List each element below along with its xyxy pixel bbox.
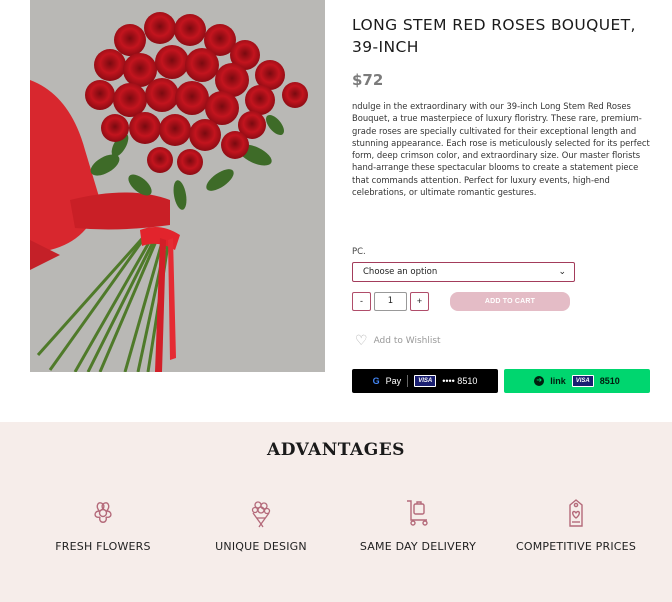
add-to-wishlist-link[interactable]: ♡ Add to Wishlist — [355, 334, 441, 348]
heart-icon: ♡ — [355, 333, 368, 349]
visa-card-icon: VISA — [414, 375, 437, 387]
product-image[interactable] — [30, 0, 325, 372]
price-tag-icon — [569, 499, 583, 527]
flower-icon — [94, 502, 112, 523]
visa-card-icon: VISA — [571, 375, 594, 387]
link-arrow-icon: ➜ — [534, 376, 545, 386]
advantage-unique-design: UNIQUE DESIGN — [181, 498, 341, 553]
advantage-label: FRESH FLOWERS — [55, 540, 151, 553]
advantages-title: ADVANTAGES — [267, 440, 405, 460]
chevron-down-icon: ⌄ — [558, 267, 566, 277]
advantage-label: COMPETITIVE PRICES — [515, 540, 637, 553]
divider — [407, 375, 409, 387]
rose-bouquet-image — [30, 0, 325, 372]
quantity-input[interactable]: 1 — [374, 292, 407, 311]
link-label: link — [550, 376, 566, 386]
product-description: ndulge in the extraordinary with our 39-… — [352, 101, 650, 198]
quantity-increment-button[interactable]: + — [410, 292, 429, 311]
product-price: $72 — [352, 71, 384, 89]
delivery-cart-icon — [407, 500, 428, 526]
wishlist-label: Add to Wishlist — [373, 336, 441, 346]
quantity-decrement-button[interactable]: - — [352, 292, 371, 311]
google-pay-button[interactable]: G Pay VISA •••• 8510 — [352, 369, 498, 393]
advantages-section: ADVANTAGES FRESH FLOWERS UNIQUE DESIGN S… — [0, 422, 672, 602]
gpay-label: Pay — [385, 376, 402, 386]
bouquet-icon — [251, 501, 271, 528]
option-select-value: Choose an option — [363, 267, 438, 277]
option-label: PC. — [352, 247, 366, 257]
product-title: LONG STEM RED ROSES BOUQUET, 39-INCH — [352, 16, 636, 56]
advantage-same-day-delivery: SAME DAY DELIVERY — [338, 498, 498, 553]
advantage-fresh-flowers: FRESH FLOWERS — [23, 498, 183, 553]
link-card-digits: 8510 — [599, 376, 620, 386]
advantage-label: UNIQUE DESIGN — [215, 540, 307, 553]
option-select[interactable]: Choose an option ⌄ — [352, 262, 575, 282]
advantage-competitive-prices: COMPETITIVE PRICES — [496, 498, 656, 553]
advantage-label: SAME DAY DELIVERY — [359, 540, 477, 553]
link-pay-button[interactable]: ➜ link VISA 8510 — [504, 369, 650, 393]
add-to-cart-button[interactable]: ADD TO CART — [450, 292, 570, 311]
gpay-card-digits: •••• 8510 — [442, 376, 478, 386]
google-g-icon: G — [372, 376, 380, 386]
